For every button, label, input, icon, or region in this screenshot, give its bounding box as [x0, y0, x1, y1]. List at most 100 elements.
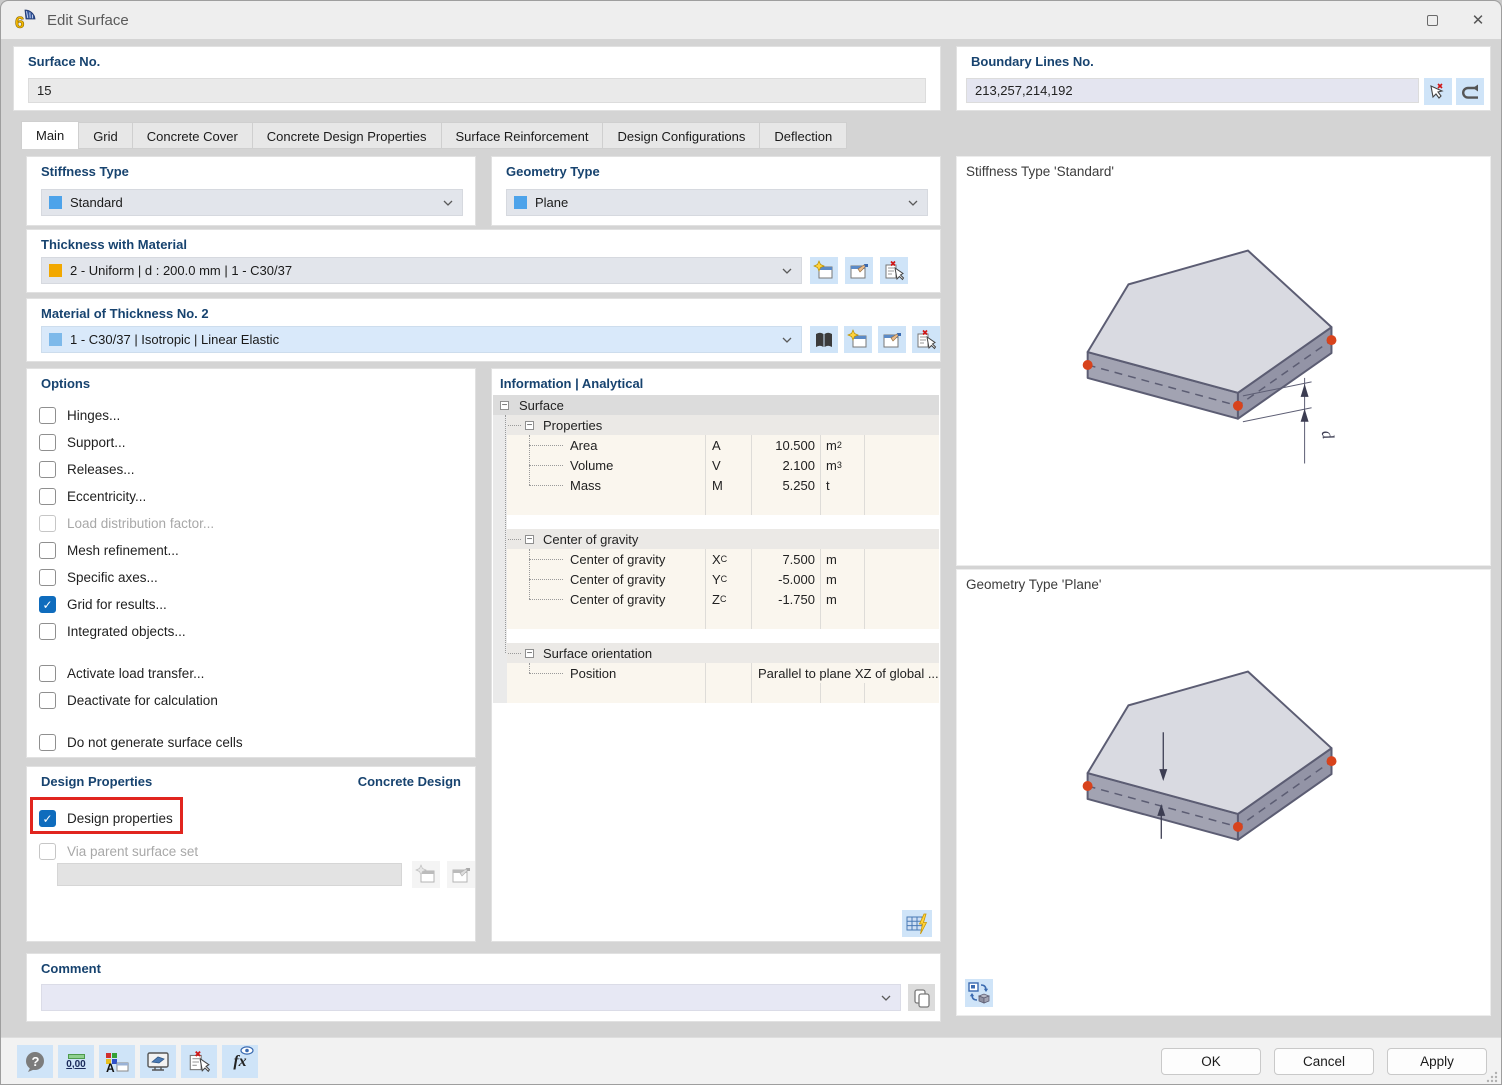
checkbox-mesh-refinement[interactable] [39, 542, 56, 559]
parent-surface-set-input [57, 863, 402, 886]
option-label: Do not generate surface cells [67, 735, 243, 750]
delete-view-settings-button[interactable] [181, 1045, 217, 1078]
formula-visibility-button[interactable]: fx [222, 1045, 258, 1078]
tab-grid[interactable]: Grid [79, 122, 133, 149]
tree-row-areaa: AreaA10.500m2 [507, 435, 939, 455]
new-surface-set-button [412, 861, 440, 888]
tree-blank-row [507, 683, 939, 703]
option-do-not-generate-surface-cells[interactable]: Do not generate surface cells [39, 729, 465, 756]
option-label: Activate load transfer... [67, 666, 204, 681]
thickness-select[interactable]: 2 - Uniform | d : 200.0 mm | 1 - C30/37 [41, 257, 802, 284]
rendering-options-button[interactable] [140, 1045, 176, 1078]
resize-grip[interactable] [1486, 1071, 1498, 1083]
tree-row-value: 2.100 [752, 455, 821, 475]
collapse-icon[interactable]: − [525, 421, 534, 430]
collapse-icon[interactable]: − [525, 649, 534, 658]
comment-input[interactable] [41, 984, 901, 1011]
option-mesh-refinement[interactable]: Mesh refinement... [39, 537, 465, 564]
tab-concrete-cover[interactable]: Concrete Cover [133, 122, 253, 149]
surface-no-input[interactable] [28, 78, 926, 103]
thickness-group: Thickness with Material 2 - Uniform | d … [26, 229, 941, 293]
new-thickness-button[interactable] [810, 257, 838, 284]
option-specific-axes[interactable]: Specific axes... [39, 564, 465, 591]
checkbox-eccentricity[interactable] [39, 488, 56, 505]
cancel-button[interactable]: Cancel [1274, 1048, 1374, 1075]
checkbox-grid-for-results[interactable]: ✓ [39, 596, 56, 613]
checkbox-releases[interactable] [39, 461, 56, 478]
revert-selection-button[interactable] [1456, 78, 1484, 105]
select-lines-button[interactable] [1424, 78, 1452, 105]
tree-row-extra [865, 435, 939, 455]
tree-row-name: Area [507, 435, 706, 455]
option-eccentricity[interactable]: Eccentricity... [39, 483, 465, 510]
blank-cell [507, 495, 706, 515]
copy-comment-button[interactable] [908, 984, 935, 1011]
delete-thickness-button[interactable] [880, 257, 908, 284]
stiffness-type-label: Stiffness Type [41, 164, 129, 179]
maximize-button[interactable] [1409, 1, 1455, 39]
units-icon: 0,00 [66, 1054, 85, 1070]
stiffness-type-value: Standard [70, 195, 123, 210]
checkbox-activate-load-transfer[interactable] [39, 665, 56, 682]
new-material-button[interactable] [844, 326, 872, 353]
collapse-icon[interactable]: − [500, 401, 509, 410]
tree-blank-row [507, 495, 939, 515]
close-button[interactable]: ✕ [1455, 1, 1501, 39]
option-integrated-objects[interactable]: Integrated objects... [39, 618, 465, 645]
ok-button[interactable]: OK [1161, 1048, 1261, 1075]
option-releases[interactable]: Releases... [39, 456, 465, 483]
edit-surface-dialog: 6 Edit Surface ✕ Surface No. Boundary Li… [0, 0, 1502, 1085]
tree-row-name: Position [507, 663, 706, 683]
units-settings-button[interactable]: 0,00 [58, 1045, 94, 1078]
display-settings-button[interactable]: A [99, 1045, 135, 1078]
tree-row-unit: t [821, 475, 865, 495]
tab-design-configurations[interactable]: Design Configurations [603, 122, 760, 149]
stiffness-type-select[interactable]: Standard [41, 189, 463, 216]
tab-deflection[interactable]: Deflection [760, 122, 847, 149]
material-label: Material of Thickness No. 2 [41, 306, 209, 321]
tree-section-label: Properties [543, 418, 602, 433]
checkbox-support[interactable] [39, 434, 56, 451]
help-button[interactable]: ? [17, 1045, 53, 1078]
chevron-down-icon [881, 995, 891, 1001]
tree-row-symbol: A [706, 435, 752, 455]
tree-section-center-of-gravity: −Center of gravity [507, 529, 939, 549]
delete-item-icon [915, 329, 937, 351]
material-select[interactable]: 1 - C30/37 | Isotropic | Linear Elastic [41, 326, 802, 353]
boundary-lines-input[interactable] [966, 78, 1419, 103]
material-library-button[interactable] [810, 326, 838, 353]
option-hinges[interactable]: Hinges... [39, 402, 465, 429]
geometry-type-value: Plane [535, 195, 568, 210]
title-bar[interactable]: 6 Edit Surface ✕ [1, 1, 1501, 39]
tree-root-label: Surface [519, 398, 564, 413]
dimension-d-label: d [1318, 429, 1338, 442]
tree-row-value: 10.500 [752, 435, 821, 455]
new-item-icon [813, 260, 835, 282]
apply-button[interactable]: Apply [1387, 1048, 1487, 1075]
option-activate-load-transfer[interactable]: Activate load transfer... [39, 660, 465, 687]
checkbox-hinges[interactable] [39, 407, 56, 424]
checkbox-integrated-objects[interactable] [39, 623, 56, 640]
via-parent-checkbox [39, 843, 56, 860]
tree-section-label: Center of gravity [543, 532, 638, 547]
geometry-type-select[interactable]: Plane [506, 189, 928, 216]
checkbox-specific-axes[interactable] [39, 569, 56, 586]
option-deactivate-for-calculation[interactable]: Deactivate for calculation [39, 687, 465, 714]
toggle-preview-button[interactable] [965, 979, 993, 1007]
tab-concrete-design-properties[interactable]: Concrete Design Properties [253, 122, 442, 149]
blank-cell [752, 609, 821, 629]
edit-thickness-button[interactable] [845, 257, 873, 284]
recalculate-button[interactable] [902, 910, 932, 937]
checkbox-do-not-generate-surface-cells[interactable] [39, 734, 56, 751]
tab-surface-reinforcement[interactable]: Surface Reinforcement [442, 122, 604, 149]
option-label: Specific axes... [67, 570, 158, 585]
tree-row-name: Center of gravity [507, 549, 706, 569]
edit-material-button[interactable] [878, 326, 906, 353]
collapse-icon[interactable]: − [525, 535, 534, 544]
tree-section-surface-orientation: −Surface orientation [507, 643, 939, 663]
option-support[interactable]: Support... [39, 429, 465, 456]
delete-material-button[interactable] [912, 326, 940, 353]
option-grid-for-results[interactable]: ✓Grid for results... [39, 591, 465, 618]
tab-main[interactable]: Main [21, 121, 79, 149]
checkbox-deactivate-for-calculation[interactable] [39, 692, 56, 709]
